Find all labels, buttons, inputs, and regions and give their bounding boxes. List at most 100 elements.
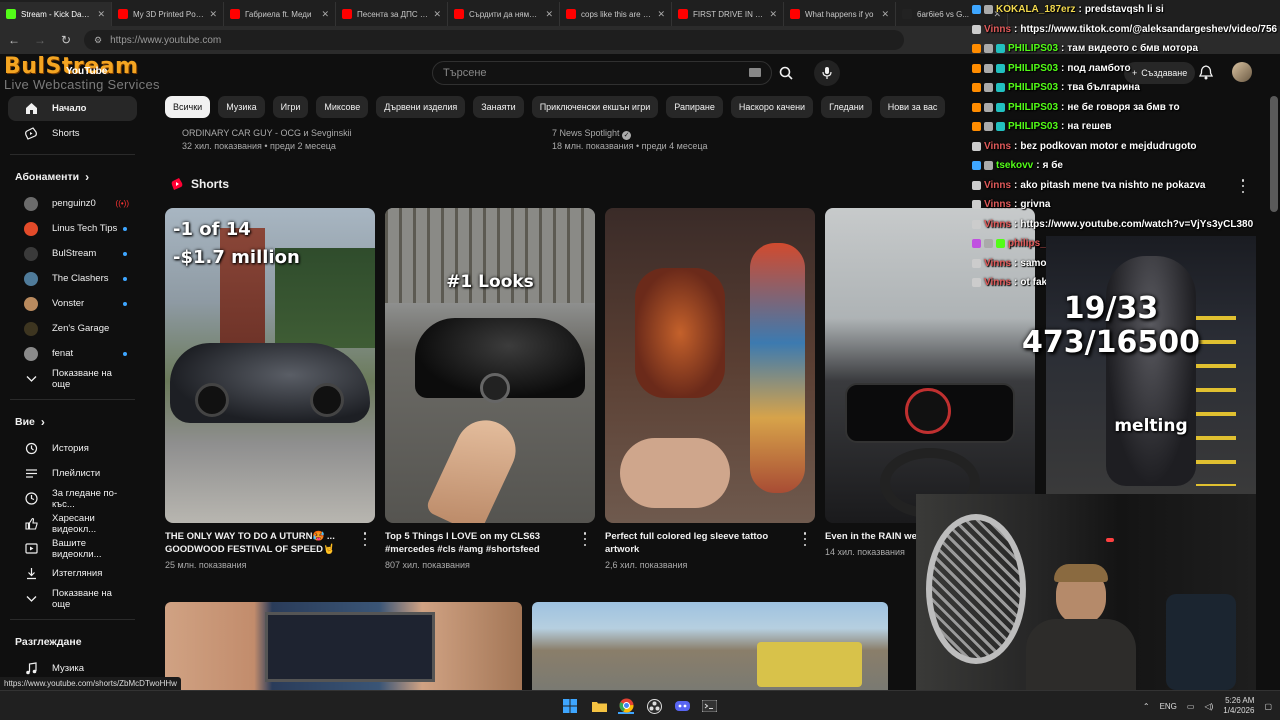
address-bar[interactable]: ⚙ https://www.youtube.com [84,30,904,50]
subscription-item[interactable]: The Clashers [8,266,137,291]
browser-tab[interactable]: My 3D Printed Porsc ✕ [112,2,224,26]
subscription-item[interactable]: Linus Tech Tips [8,216,137,241]
subscription-label: fenat [52,348,74,359]
youtube-logo-text[interactable]: YouTube [66,66,107,77]
you-header[interactable]: Вие › [0,408,145,436]
filter-chip[interactable]: Рапиране [666,96,723,118]
sidebar-item-label: История [52,443,89,454]
short-thumbnail[interactable]: -1 of 14 -$1.7 million [165,208,375,523]
chrome-icon[interactable] [618,698,634,714]
short-title[interactable]: THE ONLY WAY TO DO A UTURN🥵 ... GOODWOOD… [165,530,375,556]
chat-more-options-icon[interactable] [1239,179,1247,193]
sidebar-item[interactable]: Показване на още [8,366,137,391]
game-overlay: melting [1046,236,1256,494]
tab-close-icon[interactable]: ✕ [97,9,105,20]
video-thumbnail[interactable] [165,602,522,690]
browser-tab[interactable]: Stream - Kick Dashb ✕ [0,2,112,26]
voice-search-button[interactable] [814,60,840,86]
subscription-item[interactable]: penguinz0 ((•)) [8,191,137,216]
sidebar-item[interactable]: История [8,436,137,461]
network-icon[interactable]: ▭ [1187,702,1195,711]
channel-name[interactable]: ORDINARY CAR GUY - OCG и Sevginskii [182,127,352,140]
subscription-item[interactable]: Zen's Garage [8,316,137,341]
volume-icon[interactable]: ◁) [1204,702,1213,711]
reload-icon[interactable]: ↻ [58,32,74,48]
terminal-icon[interactable] [701,698,717,714]
site-info-icon[interactable]: ⚙ [94,35,102,46]
browser-tab[interactable]: Габриела ft. Меди ✕ [224,2,336,26]
tab-close-icon[interactable]: ✕ [657,9,665,20]
keyboard-icon[interactable] [749,68,761,77]
browser-tab[interactable]: Сърдити да няма (С ✕ [448,2,560,26]
subscription-item[interactable]: Vonster [8,291,137,316]
sidebar-item[interactable]: Shorts [8,121,137,146]
subscription-item[interactable]: BulStream [8,241,137,266]
tab-close-icon[interactable]: ✕ [209,9,217,20]
short-title[interactable]: Perfect full colored leg sleeve tattoo a… [605,530,815,556]
browser-tab[interactable]: cops like this are wh ✕ [560,2,672,26]
tab-close-icon[interactable]: ✕ [321,9,329,20]
filter-chip[interactable]: Миксове [316,96,369,118]
search-input[interactable]: Търсене [432,61,772,85]
sidebar-item[interactable]: Начало [8,96,137,121]
sidebar-item[interactable]: Харесани видеокл... [8,511,137,536]
chat-username: PHILIPS03 [1008,121,1059,132]
filter-chip[interactable]: Всички [165,96,211,118]
tray-overflow-icon[interactable]: ⌃ [1143,702,1150,711]
short-card[interactable]: Perfect full colored leg sleeve tattoo a… [605,208,815,570]
short-title[interactable]: Top 5 Things I LOVE on my CLS63 #mercede… [385,530,595,556]
language-indicator[interactable]: ENG [1160,702,1177,711]
sidebar-item[interactable]: Изтегляния [8,561,137,586]
chat-badge-icon [984,161,993,171]
windows-start-icon[interactable] [562,698,578,714]
chat-message: Vinns: ako pitash mene tva nishto ne poka… [968,176,1280,196]
more-options-icon[interactable] [801,532,809,546]
subscription-label: Zen's Garage [52,323,110,334]
back-icon[interactable]: ← [6,32,22,48]
browser-tab[interactable]: Песента за ДПС - Н ✕ [336,2,448,26]
filter-chip[interactable]: Музика [218,96,265,118]
browser-tab[interactable]: What happens if yo ✕ [784,2,896,26]
page-scrollbar[interactable] [1270,96,1278,212]
channel-avatar [24,246,38,261]
short-card[interactable]: #1 Looks Top 5 Things I LOVE on my CLS63… [385,208,595,570]
sidebar-item[interactable]: За гледане по-къс... [8,486,137,511]
webcam-overlay [916,494,1256,690]
chat-text: https://www.youtube.com/watch?v=VjYs3yCL… [1020,218,1254,230]
filter-chip[interactable]: Игри [272,96,309,118]
sidebar-item[interactable]: Плейлисти [8,461,137,486]
short-thumbnail[interactable]: #1 Looks [385,208,595,523]
video-thumbnail[interactable] [532,602,888,690]
channel-name[interactable]: 7 News Spotlight [552,128,620,138]
like-icon [24,517,38,531]
notifications-center-icon[interactable]: ▢ [1264,702,1272,711]
tab-close-icon[interactable]: ✕ [881,9,889,20]
short-thumbnail[interactable] [605,208,815,523]
filter-chip[interactable]: Наскоро качени [730,96,814,118]
clock[interactable]: 5:26 AM 1/4/2026 [1223,696,1254,716]
sidebar-item[interactable]: Показване на още [8,586,137,611]
chat-badge-icon [984,239,993,249]
filter-chip[interactable]: Нови за вас [879,96,946,118]
tab-close-icon[interactable]: ✕ [545,9,553,20]
filter-chip[interactable]: Занаяти [473,96,524,118]
filter-chip[interactable]: Дървени изделия [376,96,466,118]
forward-icon[interactable]: → [32,32,48,48]
short-card[interactable]: -1 of 14 -$1.7 million THE ONLY WAY TO DO… [165,208,375,570]
file-explorer-icon[interactable] [591,698,607,714]
more-options-icon[interactable] [581,532,589,546]
tab-close-icon[interactable]: ✕ [769,9,777,20]
obs-icon[interactable] [646,698,662,714]
subscriptions-header[interactable]: Абонаменти › [0,163,145,191]
sidebar-item[interactable]: Вашите видеокли... [8,536,137,561]
tab-close-icon[interactable]: ✕ [433,9,441,20]
more-options-icon[interactable] [361,532,369,546]
chat-separator: : [1061,82,1065,93]
filter-chip[interactable]: Приключенски екшън игри [531,96,659,118]
subscription-item[interactable]: fenat [8,341,137,366]
search-button[interactable] [772,61,800,85]
filter-chip[interactable]: Гледани [821,96,872,118]
chat-badge-icon [972,161,981,171]
browser-tab[interactable]: FIRST DRIVE IN THE ✕ [672,2,784,26]
discord-icon[interactable] [674,698,690,714]
